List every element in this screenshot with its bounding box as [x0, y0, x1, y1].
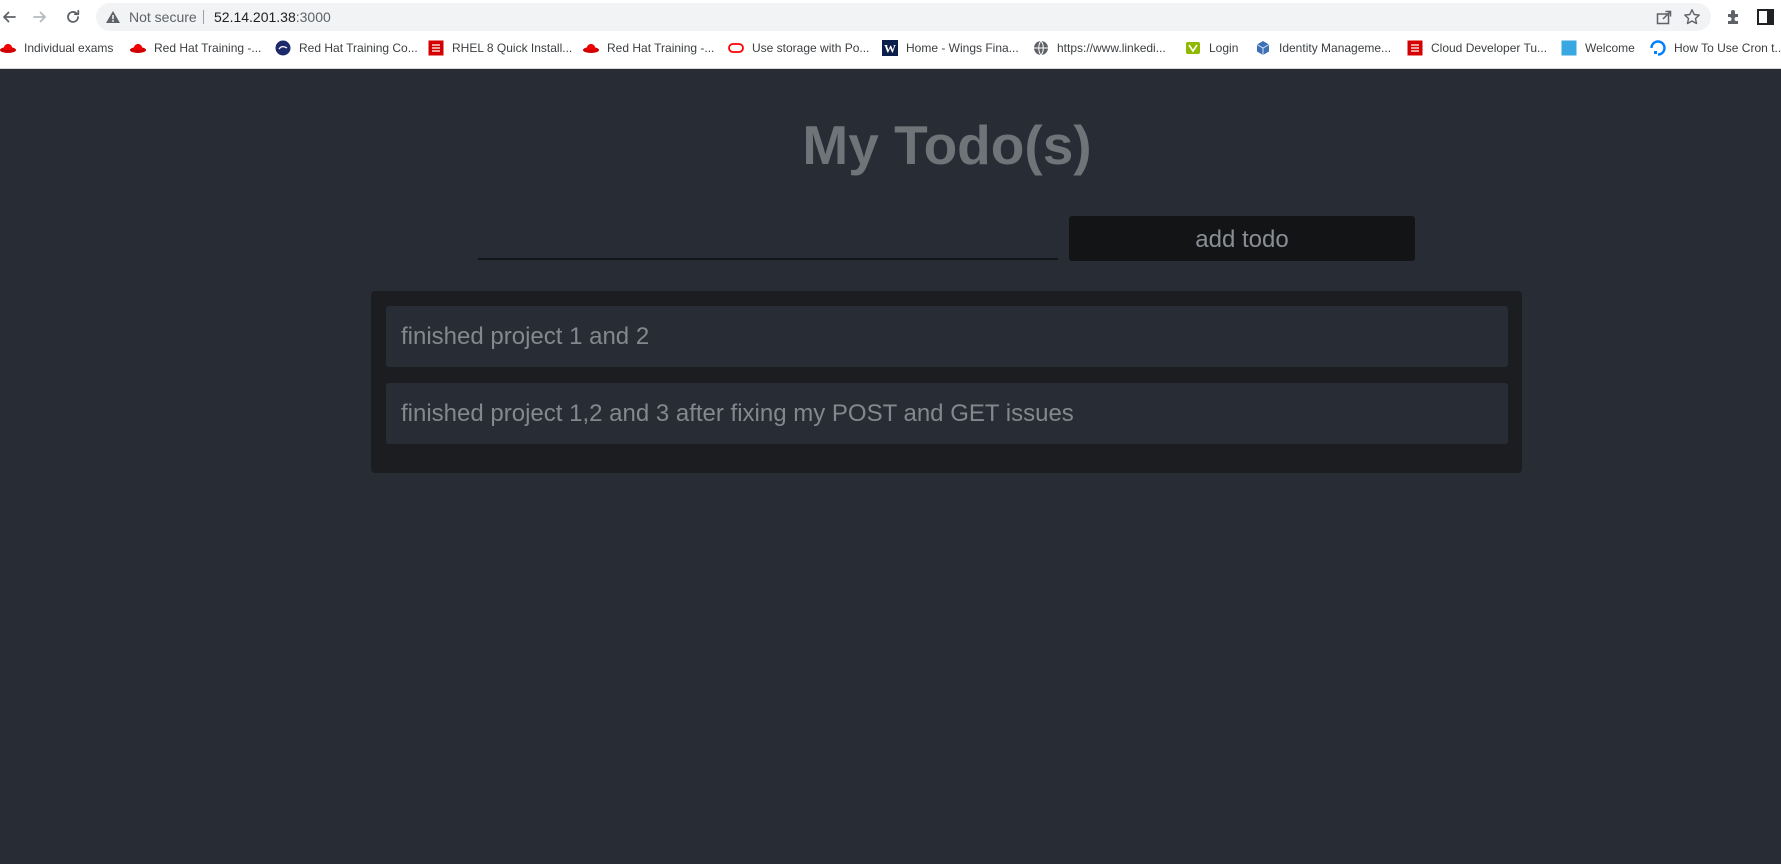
side-panel-icon[interactable] [1756, 7, 1776, 27]
bookmark-label: Red Hat Training Co... [299, 41, 418, 55]
url-text[interactable]: 52.14.201.38:3000 [214, 3, 331, 31]
blue-square-icon [1561, 40, 1577, 56]
redhat-icon [0, 44, 16, 53]
todo-input[interactable] [478, 218, 1058, 260]
red-square-icon [428, 40, 444, 56]
bookmark-label: Welcome [1585, 41, 1635, 55]
browser-chrome: Not secure 52.14.201.38:3000 Individual … [0, 0, 1781, 69]
back-arrow-icon [3, 11, 16, 23]
redhat-icon [130, 44, 146, 53]
todo-text: finished project 1,2 and 3 after fixing … [401, 400, 1074, 427]
todo-list: finished project 1 and 2 finished projec… [371, 291, 1522, 473]
vagrant-icon [1186, 42, 1200, 54]
add-todo-button[interactable]: add todo [1069, 216, 1415, 261]
back-button[interactable] [0, 5, 21, 29]
redhat-icon [583, 44, 599, 53]
forward-arrow-icon [33, 11, 46, 23]
todo-text: finished project 1 and 2 [401, 323, 650, 350]
bookmark-label: Individual exams [24, 41, 114, 55]
oracle-icon [728, 43, 744, 53]
warning-icon[interactable] [105, 9, 121, 25]
bookmark-label: RHEL 8 Quick Install... [452, 41, 573, 55]
digitalocean-icon [1650, 40, 1666, 56]
address-separator [203, 10, 204, 24]
bookmark-label: Cloud Developer Tu... [1431, 41, 1548, 55]
svg-text:W: W [884, 42, 896, 56]
todo-item[interactable]: finished project 1,2 and 3 after fixing … [386, 383, 1508, 444]
reload-button[interactable] [61, 5, 85, 29]
bookmark-label: Use storage with Po... [752, 41, 870, 55]
globe-icon [1034, 40, 1048, 56]
star-icon[interactable] [1683, 8, 1701, 26]
w-logo-icon: W [882, 40, 898, 56]
bookmark-label: Identity Manageme... [1279, 41, 1392, 55]
bookmark-label: Red Hat Training -... [607, 41, 715, 55]
reload-icon [67, 9, 80, 23]
puzzle-icon[interactable] [1724, 7, 1744, 27]
red-square-icon [1407, 40, 1423, 56]
share-icon[interactable] [1655, 8, 1673, 26]
bookmark-label: How To Use Cron t... [1674, 41, 1781, 55]
cube-icon [1256, 41, 1270, 55]
circle-logo-icon [275, 40, 291, 56]
bookmark-label: https://www.linkedi... [1057, 41, 1166, 55]
address-bar[interactable]: Not secure 52.14.201.38:3000 [96, 3, 1711, 31]
forward-button[interactable] [28, 5, 52, 29]
bookmark-label: Red Hat Training -... [154, 41, 262, 55]
url-port: :3000 [295, 9, 331, 25]
url-host: 52.14.201.38 [214, 9, 296, 25]
bookmark-label: Home - Wings Fina... [906, 41, 1019, 55]
todo-item[interactable]: finished project 1 and 2 [386, 306, 1508, 367]
page-title: My Todo(s) [802, 114, 1092, 176]
security-label[interactable]: Not secure [129, 3, 197, 31]
browser-toolbar: Not secure 52.14.201.38:3000 [0, 0, 1781, 34]
bookmark-label: Login [1209, 41, 1239, 55]
bookmarks-bar: Individual exams Red Hat Training -... R… [0, 36, 1781, 60]
